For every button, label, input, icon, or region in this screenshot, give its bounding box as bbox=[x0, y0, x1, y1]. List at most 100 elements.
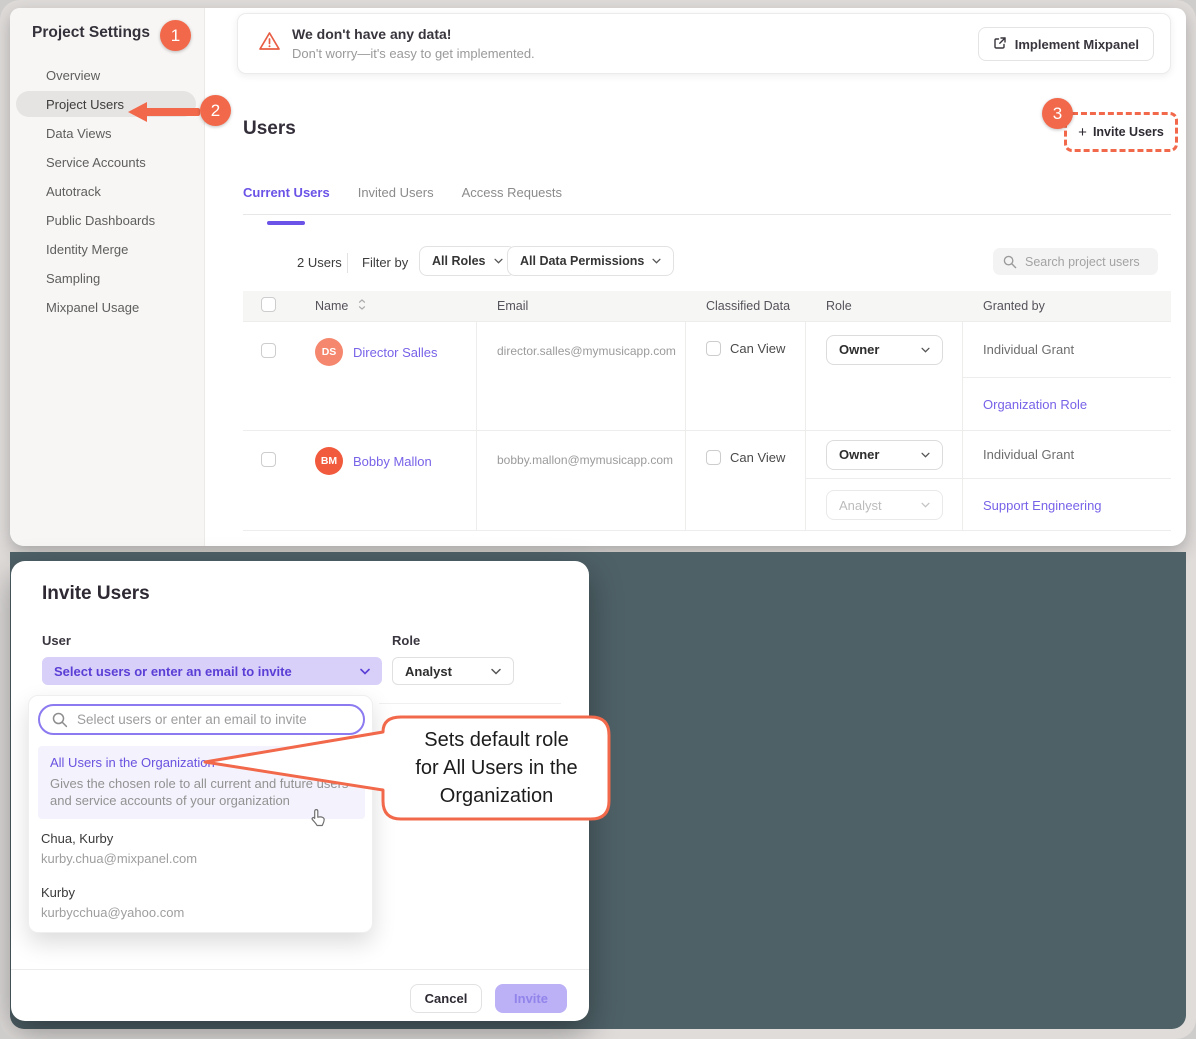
sidebar-item-autotrack[interactable]: Autotrack bbox=[10, 177, 204, 206]
settings-sidebar: Project Settings Overview Project Users … bbox=[10, 8, 205, 546]
user-select-dropdown[interactable]: Select users or enter an email to invite bbox=[42, 657, 382, 685]
sidebar-item-overview[interactable]: Overview bbox=[10, 61, 204, 90]
row-checkbox[interactable] bbox=[261, 343, 276, 358]
search-project-users[interactable] bbox=[993, 248, 1158, 275]
select-all-checkbox[interactable] bbox=[261, 297, 276, 312]
tabs-divider bbox=[243, 214, 1171, 215]
user-name-link[interactable]: Director Salles bbox=[353, 345, 438, 360]
callout-line: Sets default role bbox=[383, 726, 610, 754]
annotation-badge-3: 3 bbox=[1042, 98, 1073, 129]
can-view-checkbox[interactable] bbox=[706, 450, 721, 465]
organization-role-link[interactable]: Organization Role bbox=[983, 397, 1087, 412]
callout-annotation: Sets default role for All Users in the O… bbox=[383, 726, 610, 810]
option-user-email: kurby.chua@mixpanel.com bbox=[41, 851, 353, 866]
row-checkbox[interactable] bbox=[261, 452, 276, 467]
option-user-name: Kurby bbox=[41, 885, 353, 900]
modal-title: Invite Users bbox=[42, 583, 150, 605]
chevron-down-icon bbox=[360, 668, 370, 675]
callout-line: Organization bbox=[383, 782, 610, 810]
tab-current-users-label: Current Users bbox=[243, 185, 330, 200]
permissions-filter-label: All Data Permissions bbox=[520, 254, 644, 268]
cancel-button[interactable]: Cancel bbox=[410, 984, 482, 1013]
external-link-icon bbox=[993, 36, 1007, 53]
column-header-name[interactable]: Name bbox=[295, 299, 477, 313]
sidebar-item-service-accounts[interactable]: Service Accounts bbox=[10, 148, 204, 177]
user-email: bobby.mallon@mymusicapp.com bbox=[477, 431, 686, 530]
role-select[interactable]: Owner bbox=[826, 335, 943, 365]
role-select-dropdown[interactable]: Analyst bbox=[392, 657, 514, 685]
sidebar-item-identity-merge[interactable]: Identity Merge bbox=[10, 235, 204, 264]
modal-section-divider bbox=[379, 703, 561, 704]
tab-access-requests[interactable]: Access Requests bbox=[462, 185, 562, 212]
no-data-banner: We don't have any data! Don't worry—it's… bbox=[237, 13, 1171, 74]
tab-current-users[interactable]: Current Users bbox=[243, 185, 330, 212]
sidebar-item-sampling[interactable]: Sampling bbox=[10, 264, 204, 293]
option-user-name: Chua, Kurby bbox=[41, 831, 353, 846]
user-count: 2 Users bbox=[297, 255, 342, 270]
warning-triangle-icon bbox=[258, 30, 281, 57]
name-header-label: Name bbox=[315, 299, 348, 313]
chevron-down-icon bbox=[652, 258, 661, 264]
sidebar-item-public-dashboards[interactable]: Public Dashboards bbox=[10, 206, 204, 235]
users-table: Name Email Classified Data Role Granted … bbox=[243, 291, 1171, 531]
search-icon bbox=[1003, 255, 1017, 269]
callout-line: for All Users in the bbox=[383, 754, 610, 782]
search-icon bbox=[52, 712, 68, 728]
role-select-value: Analyst bbox=[405, 664, 452, 679]
users-tabs: Current Users Invited Users Access Reque… bbox=[243, 185, 562, 212]
role-value: Owner bbox=[839, 447, 879, 462]
user-select-value: Select users or enter an email to invite bbox=[54, 664, 292, 679]
screenshot-canvas: Project Settings Overview Project Users … bbox=[0, 0, 1196, 1039]
annotation-badge-2: 2 bbox=[200, 95, 231, 126]
can-view-checkbox[interactable] bbox=[706, 341, 721, 356]
annotation-arrow-icon bbox=[128, 102, 202, 122]
chevron-down-icon bbox=[491, 668, 501, 675]
tab-invited-users[interactable]: Invited Users bbox=[358, 185, 434, 212]
chevron-down-icon bbox=[921, 502, 930, 508]
column-header-email: Email bbox=[477, 299, 686, 313]
annotation-badge-1: 1 bbox=[160, 20, 191, 51]
can-view-label: Can View bbox=[730, 450, 785, 465]
role-value: Analyst bbox=[839, 498, 882, 513]
sort-icon bbox=[358, 299, 366, 310]
invite-submit-button[interactable]: Invite bbox=[495, 984, 567, 1013]
option-user-email: kurbycchua@yahoo.com bbox=[41, 905, 353, 920]
users-page-title: Users bbox=[243, 118, 296, 140]
user-name-link[interactable]: Bobby Mallon bbox=[353, 454, 432, 469]
arrow-shaft bbox=[145, 108, 200, 116]
avatar: DS bbox=[315, 338, 343, 366]
implement-mixpanel-button[interactable]: Implement Mixpanel bbox=[978, 27, 1154, 61]
banner-subtitle: Don't worry—it's easy to get implemented… bbox=[292, 46, 535, 61]
table-row: DS Director Salles director.salles@mymus… bbox=[243, 321, 1171, 430]
invite-users-label: Invite Users bbox=[1093, 125, 1164, 139]
sidebar-nav: Overview Project Users Data Views Servic… bbox=[10, 61, 204, 322]
project-settings-card: Project Settings Overview Project Users … bbox=[10, 8, 1186, 546]
chevron-down-icon bbox=[494, 258, 503, 264]
annotation-dashed-outline: + Invite Users bbox=[1064, 112, 1178, 152]
roles-filter-dropdown[interactable]: All Roles bbox=[419, 246, 516, 276]
modal-footer-divider bbox=[11, 969, 589, 970]
role-select[interactable]: Owner bbox=[826, 440, 943, 470]
support-engineering-link[interactable]: Support Engineering bbox=[983, 498, 1102, 513]
sidebar-item-mixpanel-usage[interactable]: Mixpanel Usage bbox=[10, 293, 204, 322]
chevron-down-icon bbox=[921, 347, 930, 353]
role-select-disabled: Analyst bbox=[826, 490, 943, 520]
banner-title: We don't have any data! bbox=[292, 26, 451, 42]
search-project-users-input[interactable] bbox=[1025, 255, 1145, 269]
sidebar-title: Project Settings bbox=[32, 24, 150, 42]
column-header-granted-by: Granted by bbox=[963, 299, 1171, 313]
filter-separator bbox=[347, 253, 348, 273]
table-header-row: Name Email Classified Data Role Granted … bbox=[243, 291, 1171, 321]
role-field-label: Role bbox=[392, 633, 420, 648]
granted-by-value: Individual Grant bbox=[983, 447, 1074, 462]
granted-by-value: Individual Grant bbox=[983, 342, 1074, 357]
sidebar-item-data-views[interactable]: Data Views bbox=[10, 119, 204, 148]
chevron-down-icon bbox=[921, 452, 930, 458]
user-field-label: User bbox=[42, 633, 71, 648]
permissions-filter-dropdown[interactable]: All Data Permissions bbox=[507, 246, 674, 276]
can-view-label: Can View bbox=[730, 341, 785, 356]
invite-users-button[interactable]: + Invite Users bbox=[1078, 124, 1164, 141]
table-row: BM Bobby Mallon bobby.mallon@mymusicapp.… bbox=[243, 430, 1171, 530]
implement-mixpanel-label: Implement Mixpanel bbox=[1015, 37, 1139, 52]
option-user[interactable]: Kurby kurbycchua@yahoo.com bbox=[38, 880, 365, 920]
